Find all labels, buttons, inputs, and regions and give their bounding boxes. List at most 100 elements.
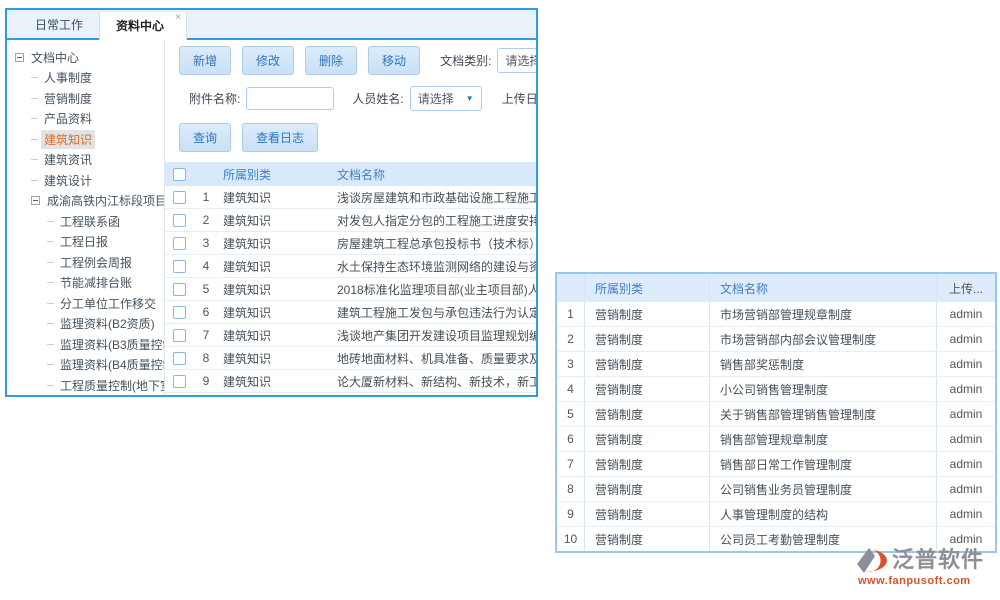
- tab-close-icon[interactable]: ×: [175, 13, 181, 23]
- doc-category-value: 请选择: [505, 52, 536, 69]
- table-row[interactable]: 4营销制度小公司销售管理制度admin: [557, 377, 995, 402]
- sidebar-item[interactable]: 成渝高铁内江标段项目: [7, 191, 164, 212]
- sidebar-item[interactable]: 工程日报: [7, 232, 164, 253]
- tree-connector: [47, 385, 54, 386]
- row-docname: 销售部奖惩制度: [710, 352, 937, 376]
- row-checkbox[interactable]: [173, 306, 186, 319]
- sidebar-item[interactable]: 文档中心: [7, 47, 164, 68]
- delete-button[interactable]: 删除: [305, 46, 357, 75]
- fanpu-logo-icon: [856, 545, 890, 575]
- sidebar-item[interactable]: 营销制度: [7, 88, 164, 109]
- toolbar-row-actions: 新增 修改 删除 移动 文档类别: 请选择 ▼ 文档: [179, 47, 536, 73]
- sidebar-item[interactable]: 分工单位工作移交: [7, 293, 164, 314]
- row-checkbox[interactable]: [173, 352, 186, 365]
- sidebar-item-label: 工程例会周报: [57, 253, 135, 272]
- column-header-uploader: 上传...: [937, 274, 995, 302]
- sidebar-item[interactable]: 监理资料(B2资质): [7, 314, 164, 335]
- row-checkbox[interactable]: [173, 283, 186, 296]
- sidebar-item[interactable]: 建筑设计: [7, 170, 164, 191]
- table-row[interactable]: 2营销制度市场营销部内部会议管理制度admin: [557, 327, 995, 352]
- table-row[interactable]: 9建筑知识论大厦新材料、新结构、新技术，新工...: [165, 370, 536, 393]
- row-category: 建筑知识: [219, 258, 331, 275]
- select-all-checkbox[interactable]: [173, 168, 186, 181]
- table-row[interactable]: 6建筑知识建筑工程施工发包与承包违法行为认定...: [165, 301, 536, 324]
- table-row[interactable]: 10建筑知识大厦地下室加气砼墙砌筑工程的施工方...: [165, 393, 536, 397]
- row-category: 建筑知识: [219, 327, 331, 344]
- attachment-name-input[interactable]: [246, 87, 334, 110]
- row-uploader: admin: [937, 352, 995, 376]
- tree-connector: [47, 282, 54, 283]
- table-row[interactable]: 1建筑知识浅谈房屋建筑和市政基础设施工程施工...: [165, 186, 536, 209]
- tree-connector: [31, 98, 38, 99]
- doc-category-select[interactable]: 请选择 ▼: [497, 48, 536, 73]
- table-row[interactable]: 8建筑知识地砖地面材料、机具准备、质量要求及...: [165, 347, 536, 370]
- row-docname: 市场营销部管理规章制度: [710, 302, 937, 326]
- sidebar-item[interactable]: 监理资料(B3质量控制): [7, 334, 164, 355]
- upload-date-label: 上传日期: [502, 90, 536, 107]
- row-category: 建筑知识: [219, 189, 331, 206]
- tree-connector: [47, 364, 54, 365]
- row-docname: 大厦地下室加气砼墙砌筑工程的施工方...: [331, 396, 536, 398]
- table-row[interactable]: 7营销制度销售部日常工作管理制度admin: [557, 452, 995, 477]
- sidebar-item[interactable]: 工程例会周报: [7, 252, 164, 273]
- row-category: 营销制度: [585, 402, 710, 426]
- row-checkbox[interactable]: [173, 329, 186, 342]
- table-row[interactable]: 6营销制度销售部管理规章制度admin: [557, 427, 995, 452]
- tab-daily-work[interactable]: 日常工作: [19, 12, 99, 38]
- sidebar-item[interactable]: 人事制度: [7, 68, 164, 89]
- table-row[interactable]: 4建筑知识水土保持生态环境监测网络的建设与资...: [165, 255, 536, 278]
- row-uploader: admin: [937, 452, 995, 476]
- edit-button[interactable]: 修改: [242, 46, 294, 75]
- row-checkbox[interactable]: [173, 214, 186, 227]
- tree-connector: [47, 344, 54, 345]
- collapse-icon[interactable]: [31, 196, 40, 205]
- row-category: 建筑知识: [219, 212, 331, 229]
- tab-data-center[interactable]: 资料中心 ×: [99, 12, 187, 40]
- tree-connector: [47, 323, 54, 324]
- table-row[interactable]: 5建筑知识2018标准化监理项目部(业主项目部)人员...: [165, 278, 536, 301]
- right-table-body: 1营销制度市场营销部管理规章制度admin2营销制度市场营销部内部会议管理制度a…: [557, 302, 995, 552]
- table-row[interactable]: 3营销制度销售部奖惩制度admin: [557, 352, 995, 377]
- table-row[interactable]: 9营销制度人事管理制度的结构admin: [557, 502, 995, 527]
- search-button[interactable]: 查询: [179, 123, 231, 152]
- table-row[interactable]: 7建筑知识浅谈地产集团开发建设项目监理规划编...: [165, 324, 536, 347]
- row-index: 2: [193, 213, 219, 227]
- sidebar-item[interactable]: 监理资料(B4质量控制): [7, 355, 164, 376]
- row-docname: 人事管理制度的结构: [710, 502, 937, 526]
- person-name-select[interactable]: 请选择 ▼: [410, 86, 482, 111]
- row-category: 建筑知识: [219, 350, 331, 367]
- row-index: 5: [193, 282, 219, 296]
- table-row[interactable]: 1营销制度市场营销部管理规章制度admin: [557, 302, 995, 327]
- sidebar-item[interactable]: 建筑资讯: [7, 150, 164, 171]
- table-row[interactable]: 5营销制度关于销售部管理销售管理制度admin: [557, 402, 995, 427]
- row-category: 建筑知识: [219, 281, 331, 298]
- tree-connector: [31, 77, 38, 78]
- sidebar-item[interactable]: 产品资料: [7, 109, 164, 130]
- document-tree-sidebar: 文档中心人事制度营销制度产品资料建筑知识建筑资讯建筑设计成渝高铁内江标段项目工程…: [7, 40, 165, 397]
- row-checkbox[interactable]: [173, 375, 186, 388]
- collapse-icon[interactable]: [15, 53, 24, 62]
- table-row[interactable]: 2建筑知识对发包人指定分包的工程施工进度安排...: [165, 209, 536, 232]
- row-index: 7: [557, 452, 585, 476]
- row-index: 6: [193, 305, 219, 319]
- sidebar-item[interactable]: 工程联系函: [7, 211, 164, 232]
- row-checkbox[interactable]: [173, 191, 186, 204]
- add-button[interactable]: 新增: [179, 46, 231, 75]
- table-row[interactable]: 3建筑知识房屋建筑工程总承包投标书（技术标）...: [165, 232, 536, 255]
- right-table-header: 所属别类 文档名称 上传...: [557, 274, 995, 302]
- row-uploader: admin: [937, 377, 995, 401]
- tree-connector: [47, 241, 54, 242]
- sidebar-item[interactable]: 工程质量控制(地下室): [7, 375, 164, 396]
- sidebar-item[interactable]: 建筑知识: [7, 129, 164, 150]
- table-row[interactable]: 8营销制度公司销售业务员管理制度admin: [557, 477, 995, 502]
- move-button[interactable]: 移动: [368, 46, 420, 75]
- row-docname: 市场营销部内部会议管理制度: [710, 327, 937, 351]
- sidebar-item[interactable]: 节能减排台账: [7, 273, 164, 294]
- row-checkbox[interactable]: [173, 237, 186, 250]
- row-uploader: admin: [937, 502, 995, 526]
- sidebar-item-label: 工程日报: [57, 232, 111, 251]
- row-checkbox[interactable]: [173, 260, 186, 273]
- view-log-button[interactable]: 查看日志: [242, 123, 318, 152]
- row-docname: 浅谈地产集团开发建设项目监理规划编...: [331, 327, 536, 344]
- person-name-value: 请选择: [418, 90, 454, 107]
